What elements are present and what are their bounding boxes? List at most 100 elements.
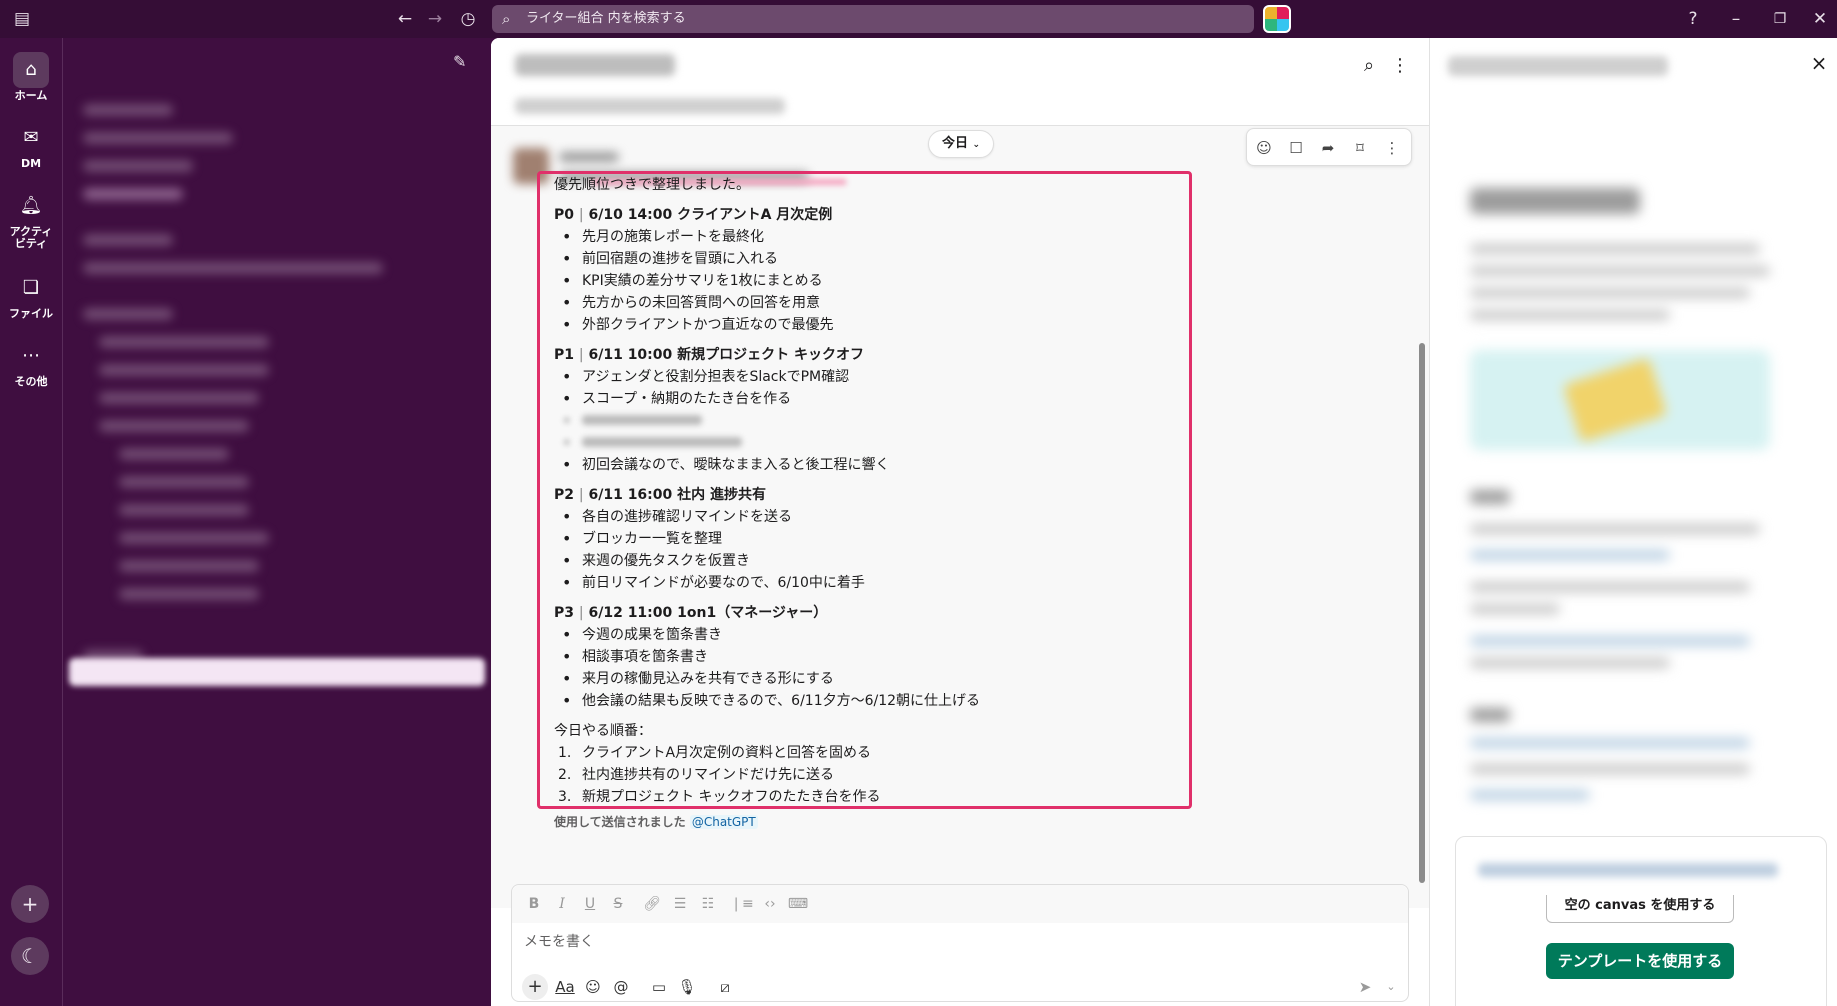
ordered-item-text: 社内進捗共有のリマインドだけ先に送る (582, 767, 834, 783)
priority-label: P1 (554, 347, 575, 363)
sidebar-blurred-list (63, 38, 491, 662)
add-reaction-icon[interactable]: ☺ (1253, 137, 1275, 159)
emoji-icon[interactable]: ☺ (580, 974, 606, 1000)
channel-title[interactable] (515, 54, 675, 76)
list-item: 今週の成果を箇条書き (554, 624, 1174, 646)
attach-plus-icon[interactable]: + (522, 974, 548, 1000)
list-item: 先方からの未回答質問への回答を用意 (554, 292, 1174, 314)
add-workspace-button[interactable]: + (11, 885, 49, 923)
list-item: スコープ・納期のたたき台を作る (554, 388, 1174, 410)
list-item: 先月の施策レポートを最終化 (554, 226, 1174, 248)
search-placeholder: ライター組合 内を検索する (526, 11, 686, 26)
scrollbar[interactable] (1419, 343, 1425, 883)
message-body: 優先順位つきで整理しました。 P0 | 6/10 14:00 クライアントA 月… (554, 174, 1174, 832)
bullet-list-icon[interactable]: ☷ (696, 893, 720, 915)
list-item: KPI実績の差分サマリを1枚にまとめる (554, 270, 1174, 292)
section-heading: P0 | 6/10 14:00 クライアントA 月次定例 (554, 207, 833, 223)
microphone-icon[interactable]: 🎙︎ (674, 974, 700, 1000)
reply-thread-icon[interactable]: ☐ (1285, 137, 1307, 159)
send-icon[interactable]: ➤ (1352, 974, 1378, 1000)
close-icon[interactable]: × (1808, 52, 1830, 74)
text-format-icon[interactable]: Aa (552, 974, 578, 1000)
priority-label: P2 (554, 487, 575, 503)
slash-command-icon[interactable]: ⧄ (712, 974, 738, 1000)
section-title: 6/11 10:00 新規プロジェクト キックオフ (588, 347, 865, 363)
underline-icon[interactable]: U (578, 893, 602, 915)
rail-label-more: その他 (14, 375, 48, 388)
forward-arrow-icon[interactable]: → (423, 7, 447, 31)
video-icon[interactable]: ▭ (646, 974, 672, 1000)
top-bar: ▤ ← → ◷ ⌕ ライター組合 内を検索する ? – ❐ ✕ (0, 0, 1837, 38)
ordered-item: 3. 新規プロジェクト キックオフのたたき台を作る (558, 789, 881, 805)
mention-icon[interactable]: @ (608, 974, 634, 1000)
priority-section: P2 | 6/11 16:00 社内 進捗共有 各自の進捗確認リマインドを送る … (554, 484, 1174, 594)
list-item: 他会議の結果も反映できるので、6/11夕方〜6/12朝に仕上げる (554, 690, 1174, 712)
share-icon[interactable]: ➦ (1317, 137, 1339, 159)
template-card: 空の canvas を使用する テンプレートを使用する (1455, 836, 1827, 1006)
date-divider-pill[interactable]: 今日 ⌄ (928, 130, 994, 158)
link-icon[interactable]: 🔗︎ (640, 893, 664, 915)
message-intro: 優先順位つきで整理しました。 (554, 177, 750, 193)
panel-blurred-content (1470, 188, 1770, 808)
search-bar[interactable]: ⌕ ライター組合 内を検索する (492, 5, 1254, 33)
list-item: 来週の優先タスクを仮置き (554, 550, 1174, 572)
rail-label-activity: アクティ ビティ (9, 225, 53, 250)
use-template-button[interactable]: テンプレートを使用する (1546, 943, 1734, 979)
list-item: 来月の稼働見込みを共有できる形にする (554, 668, 1174, 690)
bell-icon: 🔔︎ (19, 195, 43, 216)
blockquote-icon[interactable]: ❘≡ (730, 893, 754, 915)
channel-header: ⌕ ⋮ (491, 38, 1429, 126)
workspace-rail: ⌂ ホーム ✉ DM 🔔︎ アクティ ビティ ❏ ファイル ⋯ その他 + ☾ (0, 38, 62, 1006)
history-icon[interactable]: ◷ (456, 7, 480, 31)
channel-sidebar: ✎ (62, 38, 491, 1006)
list-item: ブロッカー一覧を整理 (554, 528, 1174, 550)
blank-canvas-label: 空の canvas を使用する (1564, 898, 1716, 913)
ordered-item: 1. クライアントA月次定例の資料と回答を固める (558, 745, 872, 761)
code-icon[interactable]: ‹› (758, 893, 782, 915)
channel-tabs[interactable] (515, 98, 785, 114)
rail-label-dm: DM (20, 157, 42, 170)
search-icon[interactable]: ⌕ (1355, 52, 1383, 80)
list-item: 各自の進捗確認リマインドを送る (554, 506, 1174, 528)
dark-mode-icon[interactable]: ☾ (11, 937, 49, 975)
rail-files[interactable]: ❏ ファイル (0, 270, 62, 320)
rail-more[interactable]: ⋯ その他 (0, 338, 62, 388)
bold-icon[interactable]: B (522, 893, 546, 915)
maximize-icon[interactable]: ❐ (1768, 7, 1792, 31)
rail-home[interactable]: ⌂ ホーム (0, 52, 62, 102)
blank-canvas-button[interactable]: 空の canvas を使用する (1546, 895, 1734, 923)
mention-link[interactable]: @ChatGPT (689, 815, 758, 829)
send-options-chevron-icon[interactable]: ⌄ (1382, 974, 1400, 1000)
rail-dm[interactable]: ✉ DM (0, 120, 62, 170)
back-arrow-icon[interactable]: ← (393, 7, 417, 31)
sent-via-line: 使用して送信されました @ChatGPT (554, 812, 1174, 832)
more-vertical-icon[interactable]: ⋮ (1386, 52, 1414, 80)
template-card-heading (1478, 863, 1778, 877)
more-actions-icon[interactable]: ⋮ (1381, 137, 1403, 159)
code-block-icon[interactable]: ⌨ (786, 893, 810, 915)
rail-activity[interactable]: 🔔︎ アクティ ビティ (0, 188, 62, 250)
section-title: 6/12 11:00 1on1（マネージャー） (588, 605, 828, 621)
list-item-redacted (554, 432, 1174, 454)
italic-icon[interactable]: I (550, 893, 574, 915)
search-icon: ⌕ (502, 10, 511, 28)
minimize-icon[interactable]: – (1724, 7, 1748, 31)
strikethrough-icon[interactable]: S (606, 893, 630, 915)
section-title: 6/10 14:00 クライアントA 月次定例 (588, 207, 833, 223)
sidebar-toggle-icon[interactable]: ▤ (10, 7, 34, 31)
app-icon[interactable] (1263, 5, 1291, 33)
sent-using-label: 使用して送信されました (554, 815, 686, 829)
ordered-list-icon[interactable]: ☰ (668, 893, 692, 915)
more-icon: ⋯ (22, 345, 40, 366)
list-item: アジェンダと役割分担表をSlackでPM確認 (554, 366, 1174, 388)
close-window-icon[interactable]: ✕ (1808, 7, 1832, 31)
message-input[interactable] (524, 929, 1384, 955)
formatting-toolbar: B I U S 🔗︎ ☰ ☷ ❘≡ ‹› ⌨ (512, 885, 1408, 923)
section-heading: P2 | 6/11 16:00 社内 進捗共有 (554, 487, 767, 503)
help-icon[interactable]: ? (1681, 7, 1705, 31)
bookmark-icon[interactable]: ⌑ (1349, 137, 1371, 159)
list-item: 前日リマインドが必要なので、6/10中に着手 (554, 572, 1174, 594)
sidebar-selected-item[interactable] (69, 658, 485, 686)
todo-side-panel: × 空の canvas を使用する テンプレートを使用する (1429, 38, 1837, 1006)
section-title: 6/11 16:00 社内 進捗共有 (588, 487, 767, 503)
